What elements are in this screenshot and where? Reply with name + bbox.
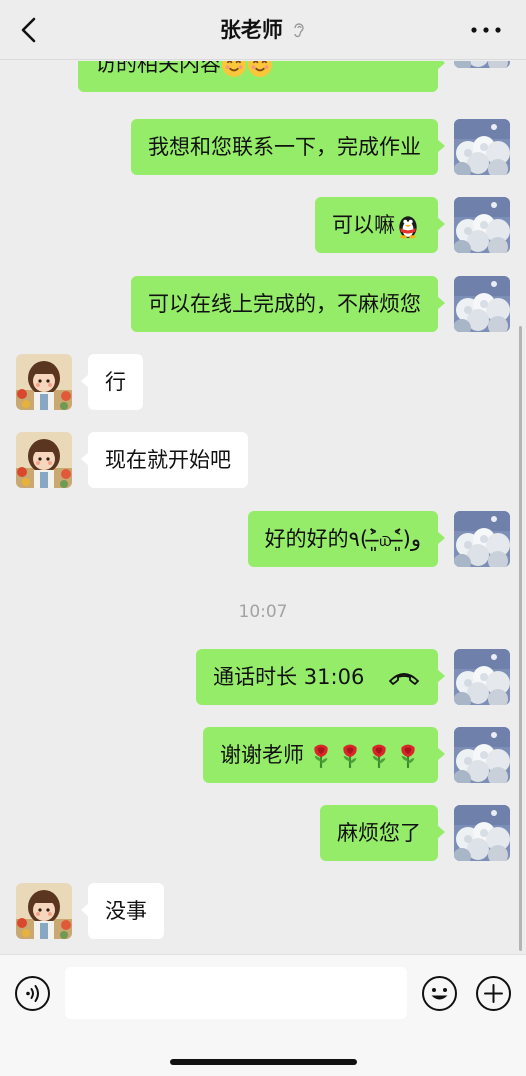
contact-avatar[interactable]	[16, 432, 72, 488]
home-indicator[interactable]	[170, 1059, 357, 1065]
contact-avatar[interactable]	[16, 354, 72, 410]
message-text: 谢谢老师	[220, 743, 304, 767]
message-row: 没事	[0, 883, 526, 939]
message-text: 可以嘛	[332, 213, 395, 237]
message-text: 好的好的٩(˃̶͈̀௰˂̶͈́)و	[264, 527, 421, 551]
qq-penguin-emoji-icon	[395, 213, 421, 239]
input-bar	[0, 954, 526, 1076]
message-bubble[interactable]: 可以嘛	[315, 197, 445, 253]
message-bubble[interactable]: 现在就开始吧	[81, 432, 248, 488]
message-bubble[interactable]: 麻烦您了	[320, 805, 445, 861]
my-avatar[interactable]	[454, 805, 510, 861]
message-row: 可以在线上完成的，不麻烦您	[0, 276, 526, 332]
my-avatar[interactable]	[454, 727, 510, 783]
message-text: 现在就开始吧	[105, 448, 231, 472]
ear-icon	[294, 23, 304, 38]
message-bubble[interactable]: 我想和您联系一下，完成作业	[131, 119, 445, 175]
voice-icon[interactable]	[14, 975, 51, 1012]
message-row: 麻烦您了	[0, 805, 526, 861]
emoji-face-icon[interactable]	[421, 975, 458, 1012]
my-avatar[interactable]	[454, 119, 510, 175]
chat-title-wrap: 张老师	[0, 14, 526, 44]
message-bubble[interactable]: 没事	[81, 883, 164, 939]
my-avatar[interactable]	[454, 197, 510, 253]
message-row: 现在就开始吧	[0, 432, 526, 488]
my-avatar[interactable]	[454, 511, 510, 567]
message-row: 访的相关内容	[0, 61, 526, 96]
my-avatar[interactable]	[454, 276, 510, 332]
rose-emoji-icon	[395, 743, 421, 769]
my-avatar[interactable]	[454, 649, 510, 705]
message-text: 行	[105, 370, 126, 394]
contact-avatar[interactable]	[16, 883, 72, 939]
message-bubble[interactable]: 访的相关内容	[78, 61, 445, 92]
message-text: 我想和您联系一下，完成作业	[148, 135, 421, 159]
rose-emoji-icon	[337, 743, 363, 769]
message-row: 谢谢老师	[0, 727, 526, 783]
phone-hangup-icon	[389, 673, 419, 685]
chat-header: 张老师	[0, 0, 526, 60]
chat-message-list[interactable]: 访的相关内容 我想和您联系一下，完成作业 可以嘛 可以在线上完成的，不麻烦您 行	[0, 61, 526, 954]
message-bubble[interactable]: 好的好的٩(˃̶͈̀௰˂̶͈́)و	[247, 511, 446, 567]
message-text: 通话时长 31:06	[213, 665, 365, 689]
more-dots-icon[interactable]	[468, 18, 504, 42]
message-text: 麻烦您了	[337, 821, 421, 845]
message-row: 好的好的٩(˃̶͈̀௰˂̶͈́)و	[0, 511, 526, 567]
message-bubble[interactable]: 谢谢老师	[203, 727, 445, 783]
timestamp: 10:07	[238, 602, 288, 622]
message-row: 行	[0, 354, 526, 410]
heart-eyes-emoji-icon	[221, 61, 247, 78]
rose-emoji-icon	[366, 743, 392, 769]
call-record-bubble[interactable]: 通话时长 31:06	[196, 649, 445, 705]
message-input[interactable]	[65, 967, 407, 1019]
message-text: 没事	[105, 899, 147, 923]
message-bubble[interactable]: 可以在线上完成的，不麻烦您	[131, 276, 445, 332]
chat-title: 张老师	[219, 18, 283, 42]
chat-scrollbar[interactable]	[519, 326, 522, 951]
plus-icon[interactable]	[475, 975, 512, 1012]
rose-emoji-icon	[308, 743, 334, 769]
message-row: 我想和您联系一下，完成作业	[0, 119, 526, 175]
message-row: 可以嘛	[0, 197, 526, 253]
message-bubble[interactable]: 行	[81, 354, 143, 410]
message-text: 可以在线上完成的，不麻烦您	[148, 292, 421, 316]
heart-eyes-emoji-icon	[247, 61, 273, 78]
message-row: 通话时长 31:06	[0, 649, 526, 705]
my-avatar[interactable]	[454, 61, 510, 68]
message-text: 访的相关内容	[95, 61, 221, 76]
